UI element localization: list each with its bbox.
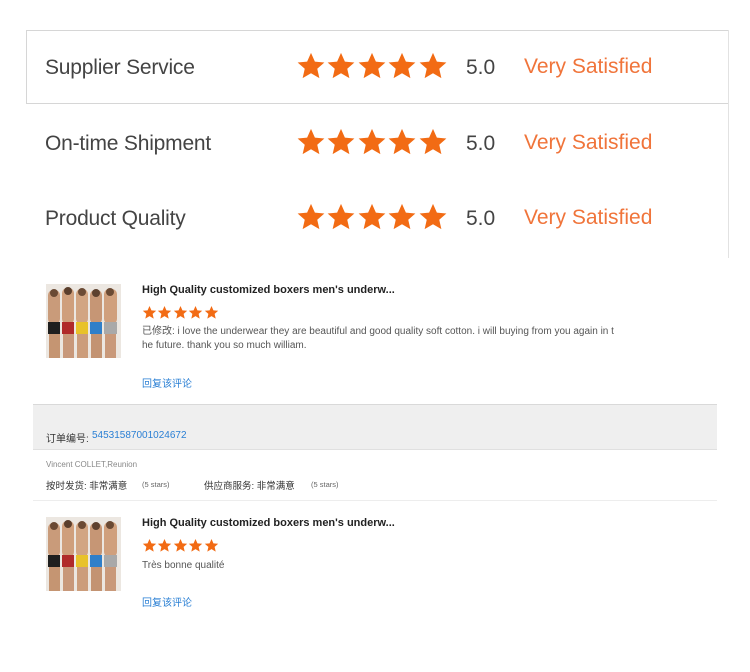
divider bbox=[33, 500, 717, 501]
rating-score: 5.0 bbox=[466, 56, 496, 79]
shipping-rating-stars: (5 stars) bbox=[142, 480, 170, 489]
rating-row-supplier-service: Supplier Service 5.0 Very Satisfied bbox=[26, 50, 726, 90]
star-icon bbox=[388, 52, 416, 79]
panel-divider bbox=[728, 30, 729, 258]
review-product-title[interactable]: High Quality customized boxers men's und… bbox=[142, 517, 395, 529]
rating-text: Very Satisfied bbox=[524, 55, 653, 78]
star-icon bbox=[388, 203, 416, 230]
rating-score: 5.0 bbox=[466, 207, 496, 230]
star-icon bbox=[328, 203, 355, 230]
rating-label: On-time Shipment bbox=[45, 132, 212, 155]
review-text: he future. thank you so much william. bbox=[142, 340, 307, 351]
buyer-name: Vincent COLLET,Reunion bbox=[46, 460, 138, 469]
star-icon bbox=[328, 128, 355, 155]
product-image bbox=[46, 284, 121, 358]
rating-summary-panel: Supplier Service 5.0 Very Satisfied On-t… bbox=[26, 30, 730, 258]
star-icon bbox=[419, 203, 446, 230]
rating-label: Product Quality bbox=[45, 207, 186, 230]
star-icon bbox=[173, 305, 187, 319]
reply-review-link[interactable]: 回复该评论 bbox=[142, 375, 192, 390]
order-number-label: 订单编号: bbox=[46, 434, 89, 445]
star-icon bbox=[142, 538, 157, 552]
star-icon bbox=[188, 538, 203, 552]
star-icon bbox=[297, 52, 325, 79]
star-icon bbox=[158, 305, 172, 319]
star-icon bbox=[204, 538, 218, 552]
service-rating-stars: (5 stars) bbox=[311, 480, 339, 489]
star-icon bbox=[419, 52, 446, 79]
star-icon bbox=[328, 52, 355, 79]
star-icon bbox=[358, 128, 386, 155]
review-text: Très bonne qualité bbox=[142, 560, 225, 571]
review-star-rating bbox=[142, 538, 219, 553]
rating-text: Very Satisfied bbox=[524, 206, 653, 229]
service-rating-label: 供应商服务: 非常满意 bbox=[204, 481, 295, 492]
rating-row-on-time-shipment: On-time Shipment 5.0 Very Satisfied bbox=[26, 126, 726, 166]
rating-label: Supplier Service bbox=[45, 56, 195, 79]
star-icon bbox=[419, 128, 446, 155]
rating-row-product-quality: Product Quality 5.0 Very Satisfied bbox=[26, 201, 726, 241]
star-rating bbox=[296, 51, 448, 83]
product-thumbnail[interactable] bbox=[46, 517, 121, 591]
star-icon bbox=[158, 538, 172, 552]
star-rating bbox=[296, 127, 448, 159]
rating-score: 5.0 bbox=[466, 132, 496, 155]
star-rating bbox=[296, 202, 448, 234]
review-text: 已修改: i love the underwear they are beaut… bbox=[142, 326, 614, 337]
star-icon bbox=[142, 305, 157, 319]
star-icon bbox=[388, 128, 416, 155]
order-number-link[interactable]: 54531587001024672 bbox=[92, 430, 187, 441]
shipping-rating-label: 按时发货: 非常满意 bbox=[46, 481, 128, 492]
rating-text: Very Satisfied bbox=[524, 131, 653, 154]
product-image bbox=[46, 517, 121, 591]
star-icon bbox=[173, 538, 187, 552]
reply-review-link[interactable]: 回复该评论 bbox=[142, 594, 192, 609]
star-icon bbox=[188, 305, 203, 319]
star-icon bbox=[297, 203, 325, 230]
star-icon bbox=[297, 128, 325, 155]
star-icon bbox=[358, 52, 386, 79]
review-product-title[interactable]: High Quality customized boxers men's und… bbox=[142, 284, 395, 296]
star-icon bbox=[204, 305, 218, 319]
order-header: 订单编号: 54531587001024672 bbox=[33, 405, 717, 450]
star-icon bbox=[358, 203, 386, 230]
review-star-rating bbox=[142, 305, 219, 320]
product-thumbnail[interactable] bbox=[46, 284, 121, 358]
